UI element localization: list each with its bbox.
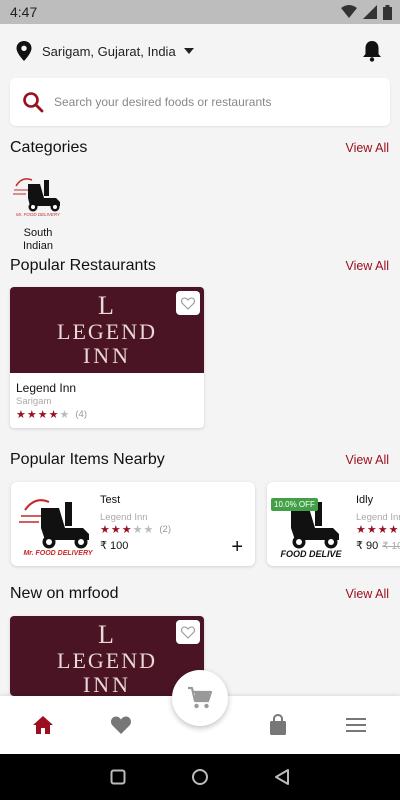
item-restaurant: Legend Inn: [100, 512, 148, 523]
cart-icon: [188, 686, 213, 709]
star-icon: ★: [366, 524, 377, 536]
categories-view-all[interactable]: View All: [345, 141, 389, 155]
item-price-current: ₹ 90: [356, 540, 379, 552]
home-circle-icon[interactable]: [191, 768, 209, 786]
star-empty-icon: ★: [59, 409, 70, 421]
item-price: ₹ 100: [100, 540, 129, 552]
battery-icon: [383, 4, 392, 20]
restaurant-location: Sarigam: [16, 396, 52, 407]
categories-title: Categories: [10, 139, 88, 156]
food-delivery-logo: Mr. FOOD DELIVERY: [13, 178, 61, 217]
search-bar[interactable]: [10, 78, 390, 126]
add-to-cart-button[interactable]: +: [231, 537, 243, 557]
item-price-old: ₹ 10: [382, 541, 400, 552]
star-icon: ★: [377, 524, 388, 536]
star-icon: ★: [356, 524, 366, 536]
restaurants-view-all[interactable]: View All: [345, 259, 389, 273]
star-icon: ★: [388, 524, 399, 536]
star-icon: ★: [37, 409, 48, 421]
status-icons: [341, 4, 392, 20]
rating-stars: ★ ★ ★ ★ ★ (2): [100, 523, 171, 536]
item-name: Idly: [356, 494, 374, 506]
rating-count: (2): [159, 524, 171, 535]
item-logo-text: FOOD DELIVE: [280, 549, 342, 558]
location-bar: Sarigam, Gujarat, India: [0, 24, 400, 78]
bag-icon[interactable]: [267, 714, 289, 736]
chevron-down-icon[interactable]: [183, 48, 194, 54]
popular-items-title: Popular Items Nearby: [10, 451, 165, 468]
search-icon: [23, 92, 44, 113]
back-icon[interactable]: [274, 768, 290, 786]
cart-button[interactable]: [172, 670, 228, 726]
restaurant-image-text-1: L: [98, 620, 116, 649]
discount-badge: 10.0% OFF: [271, 498, 318, 511]
recents-icon[interactable]: [110, 769, 126, 785]
home-icon[interactable]: [32, 714, 54, 736]
restaurant-image: L LEGEND INN: [10, 287, 204, 373]
restaurant-image-text-2: LEGEND: [57, 319, 157, 344]
location-text[interactable]: Sarigam, Gujarat, India: [42, 44, 176, 59]
status-bar: 4:47: [0, 0, 400, 24]
category-label: South Indian: [23, 227, 53, 252]
item-restaurant: Legend Inn: [356, 512, 400, 523]
favorite-button[interactable]: [176, 620, 200, 644]
heart-outline-icon: [181, 296, 195, 310]
restaurant-image-text-1: L: [98, 291, 116, 320]
location-pin-icon: [16, 41, 32, 61]
new-on-view-all[interactable]: View All: [345, 587, 389, 601]
star-icon: ★: [100, 524, 110, 536]
heart-outline-icon: [181, 625, 195, 639]
star-icon: ★: [110, 524, 121, 536]
restaurant-image-text-2: LEGEND: [57, 648, 157, 673]
favorite-button[interactable]: [176, 291, 200, 315]
item-name: Test: [100, 494, 121, 506]
star-icon: ★: [16, 409, 26, 421]
heart-icon[interactable]: [110, 714, 132, 736]
star-half-icon: ★: [48, 409, 59, 421]
star-icon: ★: [121, 524, 132, 536]
star-empty-icon: ★: [132, 524, 143, 536]
food-delivery-logo: Mr. FOOD DELIVERY: [19, 499, 94, 557]
restaurant-name: Legend Inn: [16, 381, 77, 395]
menu-icon[interactable]: [345, 714, 367, 736]
popular-restaurants-title: Popular Restaurants: [10, 257, 156, 274]
wifi-icon: [341, 5, 357, 18]
restaurant-info: Legend Inn Sarigam ★ ★ ★ ★ ★ (4): [10, 373, 204, 428]
category-item[interactable]: Mr. FOOD DELIVERY South Indian: [10, 172, 66, 253]
star-icon: ★: [26, 409, 37, 421]
signal-icon: [363, 5, 377, 19]
star-empty-icon: ★: [143, 524, 154, 536]
item-card[interactable]: Mr. FOOD DELIVERY Test Legend Inn ★ ★ ★ …: [11, 482, 255, 566]
rating-count: (4): [75, 409, 87, 420]
item-logo-text: Mr. FOOD DELIVERY: [23, 550, 93, 557]
status-time: 4:47: [10, 4, 38, 20]
item-price: ₹ 90 ₹ 10: [356, 539, 400, 552]
restaurant-image-text-3: INN: [82, 343, 132, 368]
category-logo-text: Mr. FOOD DELIVERY: [16, 212, 61, 217]
search-input[interactable]: [54, 95, 354, 109]
items-view-all[interactable]: View All: [345, 453, 389, 467]
rating-stars: ★ ★ ★ ★ ★ (4): [16, 408, 198, 421]
item-card[interactable]: FOOD DELIVE 10.0% OFF Idly Legend Inn ★ …: [267, 482, 400, 566]
system-nav-bar: [0, 754, 400, 800]
restaurant-image-text-3: INN: [82, 672, 132, 697]
bell-icon[interactable]: [362, 40, 382, 62]
restaurant-card[interactable]: L LEGEND INN Legend Inn Sarigam ★ ★ ★ ★ …: [10, 287, 204, 428]
rating-stars: ★ ★ ★ ★ ★: [356, 523, 400, 536]
new-on-title: New on mrfood: [10, 585, 119, 602]
